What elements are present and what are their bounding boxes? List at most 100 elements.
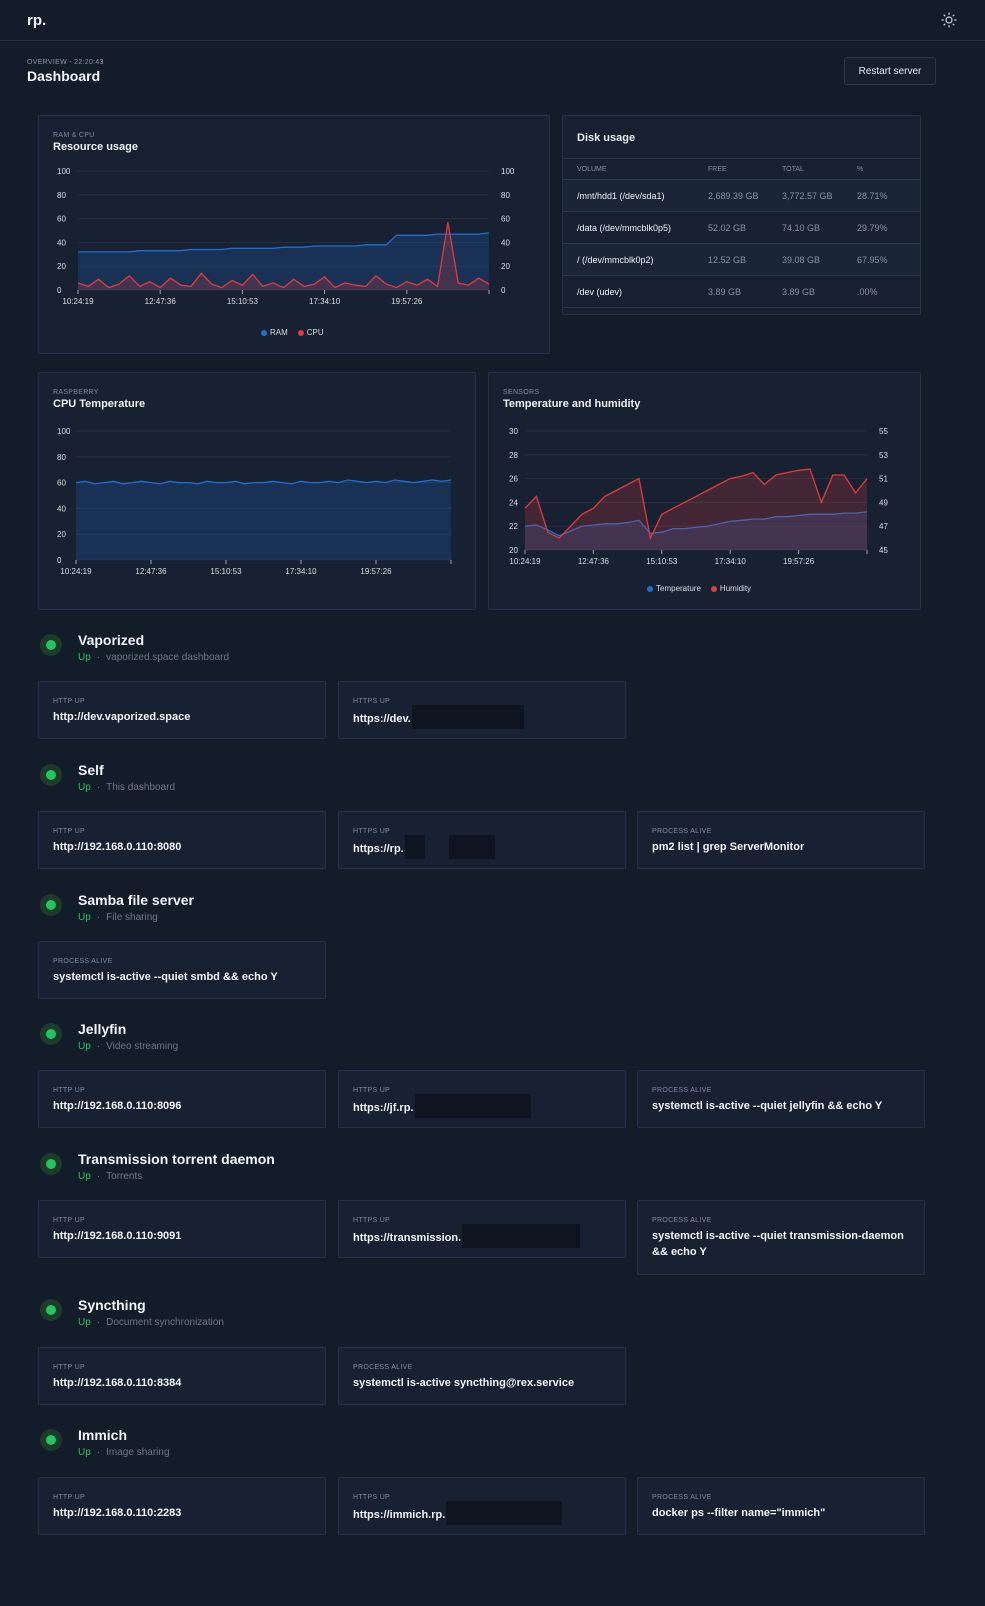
page-overline: OVERVIEW - 22:20:43 xyxy=(27,59,104,66)
service-name: Immich xyxy=(78,1427,128,1443)
check-card: HTTP UP http://192.168.0.110:2283 xyxy=(38,1477,326,1535)
y2-tick-label: 53 xyxy=(879,451,888,460)
check-card: HTTP UP http://dev.vaporized.space xyxy=(38,681,326,739)
service-name: Vaporized xyxy=(78,632,145,648)
column-header-percent: % xyxy=(843,159,920,180)
y-tick-label: 20 xyxy=(509,546,518,555)
redacted-block xyxy=(462,1224,581,1248)
service-description: Torrents xyxy=(106,1171,143,1182)
y2-tick-label: 100 xyxy=(501,167,515,176)
status-text: Up xyxy=(78,782,91,793)
status-text: Up xyxy=(78,912,91,923)
free-cell: 52.02 GB xyxy=(694,211,768,244)
check-label: PROCESS ALIVE xyxy=(353,1364,413,1371)
check-value: https://immich.rp. xyxy=(353,1508,446,1521)
check-label: HTTPS UP xyxy=(353,828,391,835)
status-text: Up xyxy=(78,1447,91,1458)
check-label: PROCESS ALIVE xyxy=(652,1494,712,1501)
check-label: HTTPS UP xyxy=(353,1217,391,1224)
status-dot-icon xyxy=(40,1153,62,1175)
check-value: https://jf.rp. xyxy=(353,1101,414,1114)
x-tick-label: 19:57:26 xyxy=(391,297,423,306)
legend-item-humidity: Humidity xyxy=(710,584,751,593)
percent-cell: 67.95% xyxy=(843,243,920,276)
y2-tick-label: 47 xyxy=(879,522,888,531)
y-tick-label: 80 xyxy=(57,453,66,462)
free-cell: 12.52 GB xyxy=(694,243,768,276)
check-card: HTTPS UP https://dev. xyxy=(338,681,626,739)
check-value: systemctl is-active --quiet smbd && echo… xyxy=(53,971,278,983)
check-value: http://192.168.0.110:2283 xyxy=(53,1507,182,1519)
cpu-temperature-card: RASPBERRY CPU Temperature 0 20 40 60 80 100 10… xyxy=(38,372,476,610)
y2-tick-label: 40 xyxy=(501,238,510,247)
y-tick-label: 40 xyxy=(57,238,66,247)
service-subtitle: Up · File sharing xyxy=(78,912,158,923)
check-card: PROCESS ALIVE systemctl is-active syncth… xyxy=(338,1347,626,1405)
x-tick-label: 10:24:19 xyxy=(509,557,541,566)
legend-item-cpu: CPU xyxy=(297,328,324,337)
check-value: https://rp. xyxy=(353,842,404,855)
service-description: Video streaming xyxy=(106,1041,179,1052)
resource-usage-card: RAM & CPU Resource usage 0 20 40 60 80 100 0 20… xyxy=(38,115,550,354)
y-tick-label: 20 xyxy=(57,530,66,539)
top-bar: rp. xyxy=(0,0,985,41)
cpu-temperature-chart: 0 20 40 60 80 100 10:24:19 12:47:36 15:10:53 17:3… xyxy=(57,427,452,576)
total-cell: 74.10 GB xyxy=(768,211,843,244)
y-tick-label: 0 xyxy=(57,286,62,295)
check-value: http://192.168.0.110:8096 xyxy=(53,1100,182,1112)
y2-tick-label: 51 xyxy=(879,475,888,484)
check-label: PROCESS ALIVE xyxy=(652,1087,712,1094)
service-subtitle: Up · Image sharing xyxy=(78,1447,170,1458)
status-text: Up xyxy=(78,1171,91,1182)
check-value: docker ps --filter name="immich" xyxy=(652,1507,826,1519)
column-header-free: FREE xyxy=(694,159,768,180)
check-card: HTTP UP http://192.168.0.110:9091 xyxy=(38,1200,326,1258)
check-value-row: https://immich.rp. xyxy=(353,1501,611,1525)
check-value-row: https://rp. xyxy=(353,835,611,859)
free-cell: 3.89 GB xyxy=(694,275,768,308)
check-label: HTTP UP xyxy=(53,828,85,835)
x-tick-label: 12:47:36 xyxy=(578,557,610,566)
service-name: Syncthing xyxy=(78,1297,146,1313)
app-logo[interactable]: rp. xyxy=(27,12,46,29)
percent-cell: 28.71% xyxy=(843,179,920,212)
y-tick-label: 26 xyxy=(509,475,518,484)
series-area xyxy=(76,480,451,560)
redacted-block xyxy=(446,1501,563,1525)
check-value: http://192.168.0.110:8080 xyxy=(53,841,182,853)
x-tick-label: 15:10:53 xyxy=(227,297,259,306)
check-card: HTTP UP http://192.168.0.110:8096 xyxy=(38,1070,326,1128)
check-value-row: https://transmission. xyxy=(353,1224,611,1248)
x-tick-label: 17:34:10 xyxy=(715,557,747,566)
volume-cell: /data (/dev/mmcblk0p5) xyxy=(563,211,694,244)
restart-server-button[interactable]: Restart server xyxy=(844,57,936,85)
table-header-row: VOLUME FREE TOTAL % xyxy=(563,159,920,180)
y-tick-label: 30 xyxy=(509,427,518,436)
x-tick-label: 15:10:53 xyxy=(646,557,678,566)
x-tick-label: 19:57:26 xyxy=(783,557,815,566)
y-tick-label: 40 xyxy=(57,504,66,513)
volume-cell: / (/dev/mmcblk0p2) xyxy=(563,243,694,276)
service-description: File sharing xyxy=(106,912,158,923)
status-dot-icon xyxy=(40,764,62,786)
legend-item-temperature: Temperature xyxy=(647,584,701,593)
service-description: Image sharing xyxy=(106,1447,170,1458)
page-header: OVERVIEW - 22:20:43 Dashboard xyxy=(27,59,104,84)
check-label: HTTP UP xyxy=(53,698,85,705)
table-row: /dev (udev) 3.89 GB 3.89 GB .00% xyxy=(563,275,920,308)
y2-tick-label: 0 xyxy=(501,286,506,295)
table-row: / (/dev/mmcblk0p2) 12.52 GB 39.08 GB 67.… xyxy=(563,243,920,276)
percent-cell: 29.79% xyxy=(843,211,920,244)
x-tick-label: 17:34:10 xyxy=(309,297,341,306)
check-label: HTTP UP xyxy=(53,1494,85,1501)
check-value: systemctl is-active --quiet transmission… xyxy=(652,1230,904,1258)
status-dot-icon xyxy=(40,894,62,916)
sun-icon[interactable] xyxy=(940,11,958,29)
service-subtitle: Up · Document synchronization xyxy=(78,1317,224,1328)
check-card: PROCESS ALIVE systemctl is-active --quie… xyxy=(38,941,326,999)
check-label: HTTP UP xyxy=(53,1364,85,1371)
service-subtitle: Up · Torrents xyxy=(78,1171,143,1182)
check-value: pm2 list | grep ServerMonitor xyxy=(652,841,805,853)
check-card: HTTPS UP https://rp. xyxy=(338,811,626,869)
status-dot-icon xyxy=(40,1023,62,1045)
